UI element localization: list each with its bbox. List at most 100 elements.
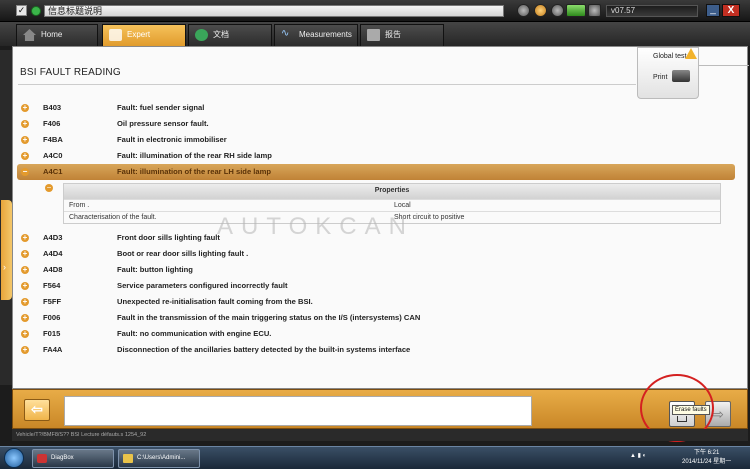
checkbox-icon[interactable]: ✓ — [16, 5, 27, 16]
page-title: BSI FAULT READING — [20, 67, 121, 78]
back-button[interactable]: ⇦ — [24, 399, 50, 421]
title-bar: ✓ 信息标题说明 v07.57 _ X — [0, 0, 750, 22]
documents-icon — [195, 29, 208, 41]
fault-code: F4BA — [43, 135, 63, 144]
expand-panel-handle[interactable] — [1, 200, 12, 300]
printer-icon[interactable] — [672, 70, 690, 82]
minimize-button[interactable]: _ — [706, 4, 720, 17]
fault-code: F015 — [43, 329, 61, 338]
tab-measurements-label: Measurements — [299, 30, 352, 39]
global-test-button[interactable]: Global test — [653, 53, 686, 60]
expand-icon[interactable]: + — [21, 120, 29, 128]
properties-row: From . Local — [64, 199, 720, 211]
expand-icon[interactable]: + — [21, 136, 29, 144]
windows-taskbar: DiagBox C:\Users\Admini... ▲ ▮ ◐ 下午 6:21… — [0, 446, 750, 469]
fault-row[interactable]: + FA4A Disconnection of the ancillaries ba… — [17, 342, 735, 358]
tab-report[interactable]: 报告 — [360, 24, 444, 46]
network-icon[interactable] — [517, 4, 530, 17]
fault-code: B403 — [43, 103, 62, 112]
path-status-bar: Vehicle/T?/BMF8/S?? BSI Lecture défauts.… — [12, 429, 748, 441]
expand-icon[interactable]: + — [21, 314, 29, 322]
fault-row[interactable]: + F015 Fault: no communication with engine… — [17, 326, 735, 342]
tab-bar: ▼ Home Expert 文档 ∿ Measurements 报告 LDC94… — [0, 22, 750, 63]
fault-code: A4C1 — [43, 167, 63, 176]
close-button[interactable]: X — [722, 4, 740, 17]
expand-icon[interactable]: + — [21, 234, 29, 242]
diagbox-icon — [37, 454, 47, 463]
fault-row-selected[interactable]: − A4C1 Fault: illumination of the rear L… — [17, 164, 735, 180]
diagnostic-icon[interactable] — [534, 4, 547, 17]
property-label: Characterisation of the fault. — [69, 214, 157, 221]
tab-expert-label: Expert — [127, 30, 151, 39]
chevron-right-icon: › — [3, 262, 6, 272]
clock[interactable]: 下午 6:21 2014/11/24 星期一 — [682, 449, 731, 467]
fault-row[interactable]: + B403 Fault: fuel sender signal — [17, 100, 735, 116]
expand-icon[interactable]: + — [21, 250, 29, 258]
expand-icon[interactable]: + — [21, 266, 29, 274]
left-panel-grip[interactable]: › — [0, 50, 12, 385]
tab-documents-label: 文档 — [213, 30, 229, 39]
system-tray[interactable]: ▲ ▮ ◐ — [630, 452, 646, 459]
clock-time: 下午 6:21 — [693, 450, 720, 456]
fault-description: Fault: button lighting — [117, 265, 193, 274]
fault-row[interactable]: + F5FF Unexpected re-initialisation fault … — [17, 294, 735, 310]
expand-icon[interactable]: + — [21, 282, 29, 290]
settings-icon[interactable] — [588, 4, 601, 17]
fault-description: Front door sills lighting fault — [117, 233, 220, 242]
tab-measurements[interactable]: ∿ Measurements — [274, 24, 358, 46]
fault-row[interactable]: + F4BA Fault in electronic immobiliser — [17, 132, 735, 148]
expand-icon[interactable]: + — [21, 298, 29, 306]
fault-code: FA4A — [43, 345, 63, 354]
fault-row[interactable]: + F406 Oil pressure sensor fault. — [17, 116, 735, 132]
fault-description: Fault: fuel sender signal — [117, 103, 205, 112]
fault-code: A4C0 — [43, 151, 63, 160]
tab-expert[interactable]: Expert — [102, 24, 186, 46]
taskbar-item-diagbox[interactable]: DiagBox — [32, 449, 114, 468]
fault-description: Fault: no communication with engine ECU. — [117, 329, 272, 338]
fault-description: Unexpected re-initialisation fault comin… — [117, 297, 313, 306]
version-label: v07.57 — [606, 5, 698, 17]
fault-description: Fault in the transmission of the main tr… — [117, 313, 421, 322]
status-dot-icon — [31, 6, 41, 16]
minus-icon[interactable]: − — [45, 184, 53, 192]
fault-description: Fault: illumination of the rear RH side … — [117, 151, 272, 160]
taskbar-item-label: C:\Users\Admini... — [137, 455, 186, 461]
fault-row[interactable]: + F006 Fault in the transmission of the ma… — [17, 310, 735, 326]
bottom-action-bar: ⇦ ⇨ — [12, 389, 748, 429]
taskbar-item-label: DiagBox — [51, 455, 74, 461]
expand-icon[interactable]: + — [21, 330, 29, 338]
start-button[interactable] — [4, 448, 24, 468]
fault-row[interactable]: + A4D8 Fault: button lighting — [17, 262, 735, 278]
fault-row[interactable]: + F564 Service parameters configured incor… — [17, 278, 735, 294]
fault-description: Oil pressure sensor fault. — [117, 119, 209, 128]
measurements-icon: ∿ — [281, 28, 290, 39]
watermark: AUTOKCAN — [217, 213, 414, 240]
tab-report-label: 报告 — [385, 30, 401, 39]
side-actions-box: Global test Print — [637, 47, 699, 99]
warning-icon — [685, 48, 697, 59]
message-area — [64, 396, 532, 426]
fault-row[interactable]: + A4C0 Fault: illumination of the rear RH … — [17, 148, 735, 164]
fault-code: F406 — [43, 119, 61, 128]
window-title: 信息标题说明 — [44, 5, 504, 17]
fault-code: A4D3 — [43, 233, 63, 242]
home-icon — [23, 29, 36, 41]
fault-description: Disconnection of the ancillaries battery… — [117, 345, 411, 354]
tab-home[interactable]: Home — [16, 24, 98, 46]
clock-date: 2014/11/24 星期一 — [682, 459, 732, 465]
collapse-icon[interactable]: − — [21, 168, 29, 176]
fault-code: A4D8 — [43, 265, 63, 274]
tab-documents[interactable]: 文档 — [188, 24, 272, 46]
expand-icon[interactable]: + — [21, 346, 29, 354]
taskbar-item-explorer[interactable]: C:\Users\Admini... — [118, 449, 200, 468]
expand-icon[interactable]: + — [21, 152, 29, 160]
expand-icon[interactable]: + — [21, 104, 29, 112]
battery-icon — [566, 4, 586, 17]
fault-row[interactable]: + A4D4 Boot or rear door sills lighting fa… — [17, 246, 735, 262]
fault-code: F564 — [43, 281, 61, 290]
print-button[interactable]: Print — [653, 74, 667, 81]
help-icon[interactable] — [551, 4, 564, 17]
fault-description: Service parameters configured incorrectl… — [117, 281, 288, 290]
fault-description: Fault in electronic immobiliser — [117, 135, 227, 144]
fault-description: Boot or rear door sills lighting fault . — [117, 249, 249, 258]
